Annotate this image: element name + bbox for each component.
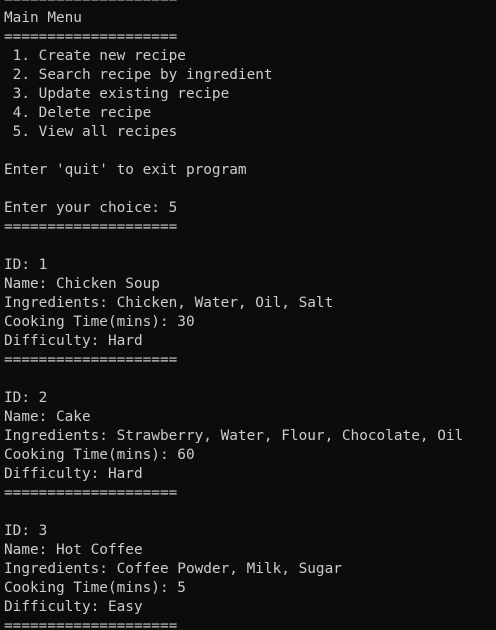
terminal-line: Name: Hot Coffee xyxy=(4,542,143,558)
terminal-line: ==================== xyxy=(4,0,463,9)
terminal-line: 2. Search recipe by ingredient xyxy=(4,67,273,83)
terminal-line: Cooking Time(mins): 30 xyxy=(4,314,195,330)
terminal-line: ID: 1 xyxy=(4,257,48,273)
terminal-line: Ingredients: Chicken, Water, Oil, Salt xyxy=(4,295,334,311)
terminal-line: ==================== xyxy=(4,618,178,630)
terminal-output: ====================Main Menu===========… xyxy=(4,0,463,630)
terminal-line: ID: 2 xyxy=(4,390,48,406)
terminal-line: Cooking Time(mins): 5 xyxy=(4,580,186,596)
terminal-line: 1. Create new recipe xyxy=(4,48,186,64)
terminal-line: 4. Delete recipe xyxy=(4,105,152,121)
terminal-window[interactable]: ====================Main Menu===========… xyxy=(0,0,496,630)
terminal-line: ==================== xyxy=(4,485,178,501)
terminal-line: Name: Cake xyxy=(4,409,91,425)
terminal-line: Ingredients: Coffee Powder, Milk, Sugar xyxy=(4,561,342,577)
terminal-line: Name: Chicken Soup xyxy=(4,276,160,292)
terminal-line: Enter 'quit' to exit program xyxy=(4,162,247,178)
terminal-line: Difficulty: Hard xyxy=(4,333,143,349)
terminal-line: Main Menu xyxy=(4,10,82,26)
terminal-line: ==================== xyxy=(4,352,178,368)
terminal-line: ==================== xyxy=(4,219,178,235)
terminal-line: Ingredients: Strawberry, Water, Flour, C… xyxy=(4,428,464,444)
terminal-line: Difficulty: Hard xyxy=(4,466,143,482)
terminal-line: Cooking Time(mins): 60 xyxy=(4,447,195,463)
terminal-line: 5. View all recipes xyxy=(4,124,178,140)
terminal-line: 3. Update existing recipe xyxy=(4,86,230,102)
terminal-line: ==================== xyxy=(4,29,178,45)
terminal-line: Enter your choice: 5 xyxy=(4,200,178,216)
terminal-line: Difficulty: Easy xyxy=(4,599,143,615)
terminal-line: ID: 3 xyxy=(4,523,48,539)
